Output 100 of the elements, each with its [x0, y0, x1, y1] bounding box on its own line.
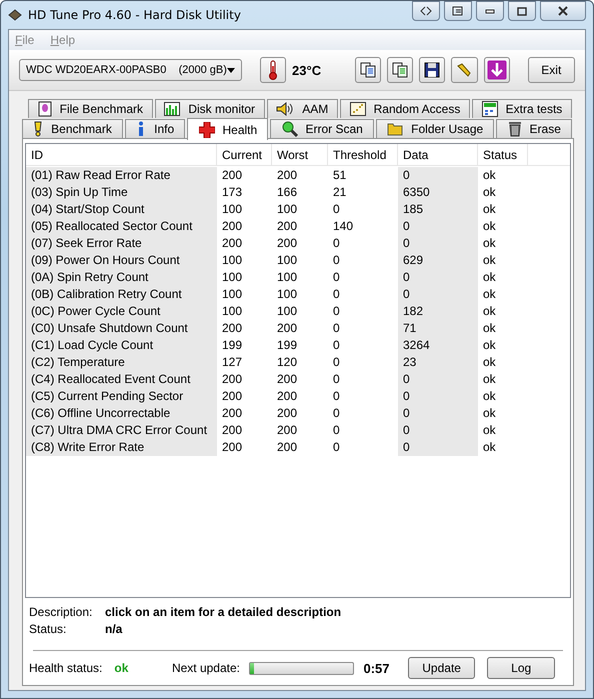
table-cell: (C5) Current Pending Sector [26, 388, 217, 405]
calculator-icon [482, 101, 498, 117]
table-cell-text: 199 [221, 337, 244, 354]
table-cell-text: ok [482, 252, 497, 269]
table-cell-text: ok [482, 184, 497, 201]
documents-icon [360, 62, 376, 78]
maximize-button[interactable] [508, 1, 536, 21]
table-cell-text: 100 [276, 252, 298, 269]
table-cell-text: 0 [332, 337, 341, 354]
trash-can-icon [508, 121, 522, 137]
table-cell: 185 [398, 201, 478, 218]
arrows-icon [420, 6, 432, 16]
table-cell: (C7) Ultra DMA CRC Error Count [26, 422, 217, 439]
window-title: HD Tune Pro 4.60 - Hard Disk Utility [28, 8, 241, 22]
column-header[interactable]: Threshold [328, 144, 398, 165]
close-button[interactable] [540, 1, 586, 21]
column-header[interactable]: Status [478, 144, 528, 165]
column-header[interactable]: Current [217, 144, 272, 165]
column-header[interactable]: Worst [272, 144, 328, 165]
table-cell-text: 127 [221, 354, 244, 371]
table-cell-text: 0 [332, 354, 341, 371]
tab[interactable]: Info [125, 119, 186, 138]
speaker-icon [276, 102, 294, 116]
temperature-reading: 23°C [292, 62, 322, 78]
drive-dropdown[interactable]: WDC WD20EARX-00PASB0 (2000 gB) [19, 59, 242, 81]
tab[interactable]: Benchmark [22, 119, 124, 138]
thermometer-button[interactable] [260, 57, 286, 83]
exit-button[interactable]: Exit [528, 57, 575, 83]
table-cell-text: 199 [276, 337, 298, 354]
health-status-value: ok [114, 661, 130, 675]
download-button[interactable] [484, 57, 510, 83]
table-cell-text: ok [482, 371, 497, 388]
document-icon [38, 101, 52, 117]
table-cell-text: 120 [276, 354, 298, 371]
table-cell-text: 200 [221, 439, 244, 456]
tab[interactable]: Random Access [340, 99, 470, 118]
table-cell-text: ok [482, 405, 497, 422]
table-cell: 23 [398, 354, 478, 371]
table-cell-text: 200 [276, 167, 298, 184]
table-cell: (C0) Unsafe Shutdown Count [26, 320, 217, 337]
table-cell-text: 100 [221, 303, 244, 320]
table-cell-text: 200 [276, 371, 298, 388]
table-cell-text: 200 [221, 320, 244, 337]
tab[interactable]: Erase [496, 119, 572, 138]
table-cell-text: 0 [332, 422, 341, 439]
cross-icon [198, 122, 214, 138]
table-cell-text: 200 [221, 405, 244, 422]
table-cell-text: 100 [221, 252, 244, 269]
tab[interactable]: Extra tests [472, 99, 572, 118]
folder-icon [387, 122, 404, 136]
table-cell: 0 [398, 218, 478, 235]
table-cell-text: 200 [276, 439, 298, 456]
tab[interactable]: AAM [266, 99, 338, 118]
table-cell-text: 140 [332, 218, 354, 235]
table-cell-text: 51 [332, 167, 348, 184]
table-cell: (04) Start/Stop Count [26, 201, 217, 218]
tab[interactable]: File Benchmark [28, 99, 153, 118]
table-cell: (01) Raw Read Error Rate [26, 167, 217, 184]
copy-button[interactable] [355, 57, 382, 83]
floppy-disk-button[interactable] [419, 57, 446, 83]
table-cell-text: ok [482, 439, 497, 456]
tab[interactable]: Error Scan [270, 119, 374, 138]
window-button[interactable] [444, 1, 472, 21]
table-cell-text: 0 [332, 286, 341, 303]
column-header[interactable]: Data [398, 144, 478, 165]
table-cell-text: ok [482, 320, 497, 337]
table-cell-text: 100 [276, 201, 298, 218]
table-cell-text: 0 [332, 320, 341, 337]
documents-icon [392, 62, 408, 78]
table-cell-text: 100 [276, 303, 298, 320]
bar-chart-icon [164, 102, 180, 116]
tab[interactable]: Disk monitor [154, 99, 265, 118]
table-cell: (07) Seek Error Rate [26, 235, 217, 252]
table-cell: 0 [398, 286, 478, 303]
arrows-button[interactable] [412, 1, 440, 21]
table-cell-text: 200 [221, 422, 244, 439]
table-cell-text: ok [482, 422, 497, 439]
table-cell: 0 [398, 405, 478, 422]
status-value: n/a [105, 622, 124, 636]
table-cell: 0 [398, 167, 478, 184]
table-cell: (C8) Write Error Rate [26, 439, 217, 456]
table-cell-text: 200 [276, 388, 298, 405]
table-cell-text: 200 [276, 218, 298, 235]
magnifier-icon [282, 121, 298, 137]
column-header[interactable]: ID [26, 144, 217, 165]
table-cell: (03) Spin Up Time [26, 184, 217, 201]
copy-all-button[interactable] [387, 57, 414, 83]
table-cell-text: 0 [332, 201, 341, 218]
minimize-button[interactable] [476, 1, 504, 21]
footer-button[interactable]: Update [408, 657, 476, 679]
footer-button[interactable]: Log [487, 657, 555, 679]
exclamation-icon [33, 121, 44, 137]
table-cell-text: 200 [276, 422, 298, 439]
table-cell: 182 [398, 303, 478, 320]
tab[interactable]: Folder Usage [376, 119, 494, 138]
table-cell-text: 0 [332, 269, 341, 286]
countdown: 0:57 [363, 660, 390, 676]
tab[interactable]: Health [187, 118, 268, 140]
table-cell-text: ok [482, 354, 497, 371]
table-cell-text: 0 [332, 371, 341, 388]
